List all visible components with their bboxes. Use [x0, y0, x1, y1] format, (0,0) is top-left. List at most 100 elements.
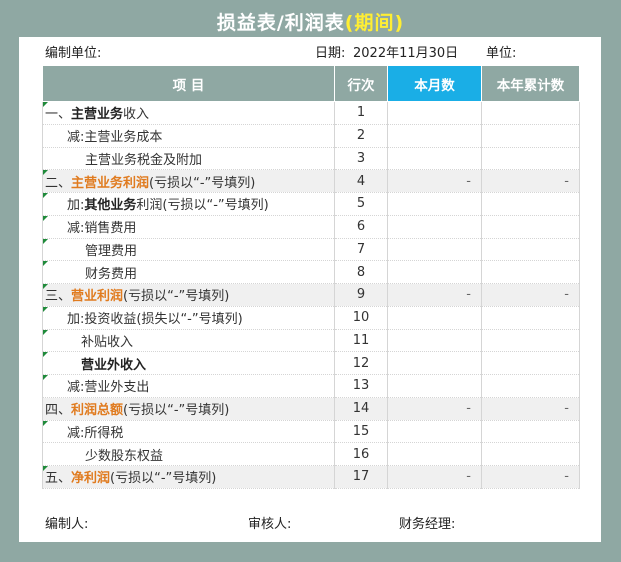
- table-row: 加:投资收益(损失以“-”号填列) 10: [42, 305, 580, 330]
- item-prefix: 补贴收入: [81, 334, 134, 350]
- item-prefix: 五、: [45, 471, 72, 487]
- line-no-cell: 11: [334, 328, 388, 353]
- item-cell[interactable]: 少数股东权益: [42, 442, 335, 466]
- item-suffix: (亏损以“-”号填列): [110, 471, 217, 487]
- item-cell[interactable]: 管理费用: [42, 237, 335, 262]
- line-no-cell: 16: [334, 442, 388, 466]
- item-prefix: 管理费用: [85, 243, 138, 259]
- ytd-cell[interactable]: [481, 351, 580, 375]
- month-cell[interactable]: -: [387, 465, 482, 489]
- ytd-cell[interactable]: -: [481, 283, 580, 307]
- ytd-cell[interactable]: -: [481, 396, 580, 421]
- month-cell[interactable]: [387, 146, 482, 171]
- month-cell[interactable]: [387, 214, 482, 239]
- line-no-cell: 4: [334, 169, 388, 193]
- month-cell[interactable]: [387, 101, 482, 125]
- line-no-cell: 12: [334, 351, 388, 375]
- item-emphasis: 主营业务: [71, 107, 124, 123]
- manager-label: 财务经理:: [399, 517, 456, 532]
- item-cell[interactable]: 营业外收入: [42, 351, 335, 375]
- ytd-cell[interactable]: [481, 214, 580, 239]
- item-emphasis: 营业外收入: [81, 357, 147, 373]
- table-row: 五、净利润(亏损以“-”号填列) 17- -: [42, 465, 580, 489]
- item-prefix: 四、: [45, 403, 72, 419]
- item-prefix: 少数股东权益: [85, 448, 164, 464]
- item-cell[interactable]: 减:所得税: [42, 419, 335, 444]
- item-emphasis: 营业利润: [71, 289, 124, 305]
- month-cell[interactable]: [387, 305, 482, 330]
- table-row: 减:销售费用 6: [42, 214, 580, 239]
- item-prefix: 减:营业外支出: [67, 380, 150, 396]
- ytd-cell[interactable]: -: [481, 465, 580, 489]
- month-cell[interactable]: [387, 442, 482, 466]
- month-cell[interactable]: -: [387, 169, 482, 193]
- month-cell[interactable]: [387, 192, 482, 216]
- item-cell[interactable]: 补贴收入: [42, 328, 335, 353]
- item-prefix: 财务费用: [85, 266, 138, 282]
- month-cell[interactable]: -: [387, 396, 482, 421]
- report-title: 损益表/利润表(期间): [0, 8, 621, 35]
- table-row: 二、主营业务利润(亏损以“-”号填列) 4- -: [42, 169, 580, 193]
- table-row: 减:所得税 15: [42, 419, 580, 444]
- month-cell[interactable]: [387, 328, 482, 353]
- item-prefix: 减:主营业务成本: [67, 130, 163, 146]
- ytd-cell[interactable]: [481, 101, 580, 125]
- ytd-cell[interactable]: -: [481, 169, 580, 193]
- month-cell[interactable]: [387, 351, 482, 375]
- month-cell[interactable]: [387, 374, 482, 398]
- month-cell[interactable]: [387, 237, 482, 262]
- ytd-cell[interactable]: [481, 192, 580, 216]
- month-cell[interactable]: -: [387, 283, 482, 307]
- item-cell[interactable]: 四、利润总额(亏损以“-”号填列): [42, 396, 335, 421]
- item-emphasis: 其他业务: [84, 198, 137, 214]
- item-cell[interactable]: 减:主营业务成本: [42, 123, 335, 148]
- line-no-cell: 1: [334, 101, 388, 125]
- item-cell[interactable]: 五、净利润(亏损以“-”号填列): [42, 465, 335, 489]
- item-cell[interactable]: 加:投资收益(损失以“-”号填列): [42, 305, 335, 330]
- report-sheet: 编制单位: 日期: 2022年11月30日 单位: 项 目 行次 本月数 本年累…: [19, 37, 601, 542]
- item-suffix: (亏损以“-”号填列): [123, 289, 230, 305]
- item-suffix: (亏损以“-”号填列): [123, 403, 230, 419]
- item-emphasis: 主营业务利润: [71, 175, 150, 191]
- item-cell[interactable]: 三、营业利润(亏损以“-”号填列): [42, 283, 335, 307]
- ytd-cell[interactable]: [481, 146, 580, 171]
- header-month: 本月数: [387, 65, 482, 102]
- header-ytd: 本年累计数: [481, 65, 580, 102]
- preparer-label: 编制人:: [45, 517, 89, 532]
- item-cell[interactable]: 二、主营业务利润(亏损以“-”号填列): [42, 169, 335, 193]
- ytd-cell[interactable]: [481, 328, 580, 353]
- date-label: 日期:: [315, 46, 346, 61]
- month-cell[interactable]: [387, 419, 482, 444]
- ytd-cell[interactable]: [481, 305, 580, 330]
- line-no-cell: 6: [334, 214, 388, 239]
- table-row: 减:营业外支出 13: [42, 374, 580, 398]
- month-cell[interactable]: [387, 123, 482, 148]
- item-prefix: 减:销售费用: [67, 221, 137, 237]
- income-statement-table: 项 目 行次 本月数 本年累计数 一、主营业务收入 1 减:主营业务成本 2 主营业务税…: [42, 65, 580, 489]
- ytd-cell[interactable]: [481, 442, 580, 466]
- ytd-cell[interactable]: [481, 374, 580, 398]
- item-suffix: 收入: [123, 107, 150, 123]
- watermark: SaaS白夜行: [470, 524, 570, 544]
- item-prefix: 减:所得税: [67, 425, 124, 441]
- item-cell[interactable]: 主营业务税金及附加: [42, 146, 335, 171]
- item-cell[interactable]: 财务费用: [42, 260, 335, 284]
- line-no-cell: 5: [334, 192, 388, 216]
- ytd-cell[interactable]: [481, 260, 580, 284]
- item-cell[interactable]: 减:销售费用: [42, 214, 335, 239]
- month-cell[interactable]: [387, 260, 482, 284]
- line-no-cell: 14: [334, 396, 388, 421]
- ytd-cell[interactable]: [481, 237, 580, 262]
- header-item: 项 目: [42, 65, 335, 102]
- item-cell[interactable]: 减:营业外支出: [42, 374, 335, 398]
- table-row: 少数股东权益 16: [42, 442, 580, 466]
- ytd-cell[interactable]: [481, 419, 580, 444]
- line-no-cell: 15: [334, 419, 388, 444]
- item-emphasis: 净利润: [71, 471, 111, 487]
- item-cell[interactable]: 加:其他业务利润(亏损以“-”号填列): [42, 192, 335, 216]
- ytd-cell[interactable]: [481, 123, 580, 148]
- item-cell[interactable]: 一、主营业务收入: [42, 101, 335, 125]
- table-body: 一、主营业务收入 1 减:主营业务成本 2 主营业务税金及附加 3 二、主营业务利润(亏损以…: [42, 101, 580, 489]
- item-prefix: 加:: [67, 198, 85, 214]
- table-row: 主营业务税金及附加 3: [42, 146, 580, 171]
